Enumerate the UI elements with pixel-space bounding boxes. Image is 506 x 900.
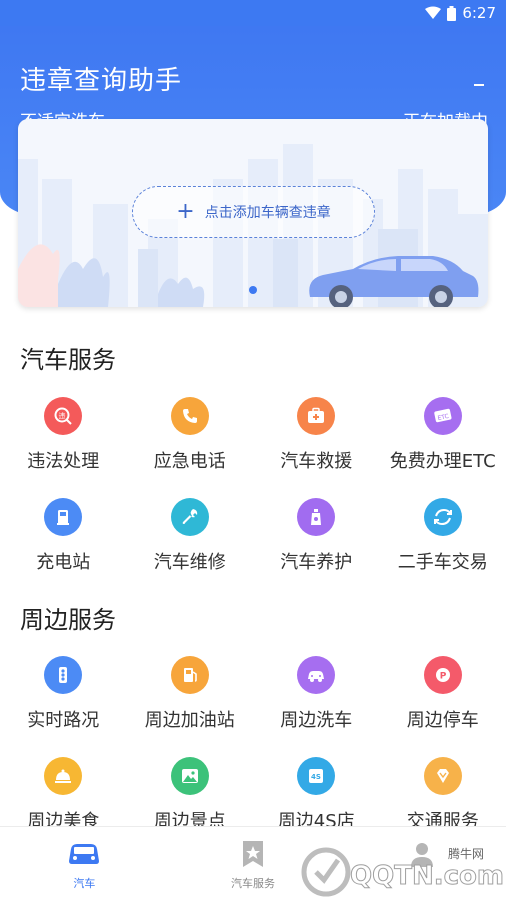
4s-store-icon: 4S xyxy=(297,757,336,795)
nearby-parking[interactable]: P 周边停车 xyxy=(380,646,506,747)
phone-icon xyxy=(170,397,209,435)
service-label: 汽车救援 xyxy=(280,451,353,472)
add-vehicle-label: 点击添加车辆查违章 xyxy=(204,205,331,221)
service-label: 周边加油站 xyxy=(144,710,235,731)
watermark-brand: 腾牛网 xyxy=(448,846,484,861)
service-label: 汽车养护 xyxy=(280,552,353,573)
nearby-live-traffic[interactable]: 实时路况 xyxy=(0,646,127,747)
service-used-car-trade[interactable]: 二手车交易 xyxy=(380,488,506,589)
first-aid-icon xyxy=(297,397,336,435)
service-label: 周边洗车 xyxy=(280,710,353,731)
service-charging-station[interactable]: 充电站 xyxy=(0,488,127,589)
car-services-grid: 违 违法处理 应急电话 汽车救援 ETC 免费办理ETC 充电站 汽车维修 汽车… xyxy=(0,387,506,589)
service-label: 免费办理ETC xyxy=(389,451,496,472)
exchange-icon xyxy=(423,498,462,536)
service-violation-handling[interactable]: 违 违法处理 xyxy=(0,387,127,488)
wrench-icon xyxy=(170,498,209,536)
nearby-services-grid: 实时路况 周边加油站 周边洗车 P 周边停车 周边美食 周边景点 4S 周边4S xyxy=(0,646,506,848)
service-car-rescue[interactable]: 汽车救援 xyxy=(253,387,380,488)
svg-text:ETC: ETC xyxy=(437,413,450,422)
plus-icon: + xyxy=(176,199,195,224)
qqtn-watermark: QQTN.com 腾牛网 xyxy=(301,846,504,897)
car-icon xyxy=(69,844,100,864)
service-free-etc[interactable]: ETC 免费办理ETC xyxy=(380,387,506,488)
traffic-light-icon xyxy=(44,656,83,694)
add-vehicle-button[interactable]: + 点击添加车辆查违章 xyxy=(132,186,375,238)
nav-label: 汽车 xyxy=(73,877,96,890)
wifi-icon xyxy=(425,6,442,19)
svg-text:4S: 4S xyxy=(311,773,321,781)
charging-station-icon xyxy=(44,498,83,536)
food-cloche-icon xyxy=(44,757,83,795)
service-label: 二手车交易 xyxy=(397,552,488,573)
service-label: 应急电话 xyxy=(153,451,226,472)
violation-icon: 违 xyxy=(44,397,83,435)
menu-button[interactable] xyxy=(474,84,484,86)
etc-card-icon: ETC xyxy=(423,397,462,435)
nav-tab-car[interactable]: 汽车 xyxy=(0,827,169,900)
nav-label: 汽车服务 xyxy=(231,877,275,890)
carousel-indicator xyxy=(249,286,257,294)
service-car-repair[interactable]: 汽车维修 xyxy=(127,488,254,589)
nearby-car-wash[interactable]: 周边洗车 xyxy=(253,646,380,747)
car-wash-icon xyxy=(297,656,336,694)
gas-station-icon xyxy=(170,656,209,694)
parking-icon: P xyxy=(423,656,462,694)
watermark-logo-text: QQTN.com xyxy=(350,861,504,891)
service-label: 违法处理 xyxy=(27,451,100,472)
service-label: 周边停车 xyxy=(406,710,479,731)
service-label: 实时路况 xyxy=(27,710,100,731)
scenery-icon xyxy=(170,757,209,795)
nearby-services-title: 周边服务 xyxy=(20,606,116,634)
svg-text:违: 违 xyxy=(59,412,66,420)
car-services-title: 汽车服务 xyxy=(20,346,116,374)
nearby-gas-station[interactable]: 周边加油站 xyxy=(127,646,254,747)
service-car-maintenance[interactable]: 汽车养护 xyxy=(253,488,380,589)
star-bookmark-icon xyxy=(243,841,263,867)
add-vehicle-banner: + 点击添加车辆查违章 xyxy=(18,119,488,307)
diamond-icon xyxy=(423,757,462,795)
service-label: 汽车维修 xyxy=(153,552,226,573)
status-bar: 6:27 xyxy=(0,0,506,26)
battery-icon xyxy=(447,5,457,21)
status-time: 6:27 xyxy=(462,4,496,22)
service-emergency-phone[interactable]: 应急电话 xyxy=(127,387,254,488)
app-title: 违章查询助手 xyxy=(20,66,183,96)
svg-text:P: P xyxy=(439,672,446,682)
service-label: 充电站 xyxy=(36,552,91,573)
oil-bottle-icon xyxy=(297,498,336,536)
